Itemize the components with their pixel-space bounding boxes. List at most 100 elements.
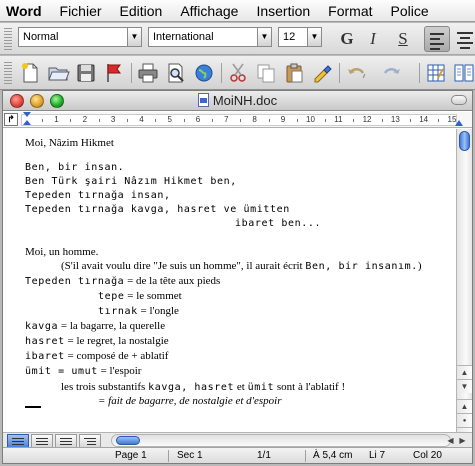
- align-left-button[interactable]: [424, 26, 450, 52]
- chevron-down-icon[interactable]: ▼: [307, 28, 321, 46]
- menu-format[interactable]: Format: [319, 3, 381, 19]
- menu-police[interactable]: Police: [382, 3, 438, 19]
- scroll-down-icon[interactable]: ▼: [457, 379, 472, 393]
- status-page: Page 1: [115, 450, 147, 461]
- document-page[interactable]: Moi, Nâzim Hikmet Ben, bir insan. Ben Tü…: [3, 129, 456, 445]
- doc-line: Moi, un homme.: [25, 246, 99, 258]
- window-titlebar[interactable]: MoiNH.doc: [3, 91, 472, 111]
- tab-selector[interactable]: ↱: [4, 113, 18, 126]
- ruler[interactable]: ↱ 1 2 3 4 5 6 7 8 9 10 11 12 13 14 15: [3, 112, 472, 128]
- toolbar-separator: [221, 63, 222, 83]
- ruler-tick: [98, 119, 100, 122]
- menu-edition[interactable]: Edition: [111, 3, 172, 19]
- ruler-tick: [42, 119, 44, 122]
- doc-line: ibaret ben...: [235, 218, 322, 229]
- ruler-number: 13: [390, 115, 400, 124]
- menu-insertion[interactable]: Insertion: [247, 3, 319, 19]
- scroll-up-icon[interactable]: ▲: [457, 365, 472, 379]
- ruler-scale[interactable]: 1 2 3 4 5 6 7 8 9 10 11 12 13 14 15: [21, 114, 457, 126]
- vertical-scroll-thumb[interactable]: [459, 131, 470, 151]
- status-position: À 5,4 cm: [313, 450, 353, 461]
- ruler-tick: [183, 119, 185, 122]
- italic-button[interactable]: I: [362, 28, 384, 50]
- vertical-scrollbar[interactable]: ▲ ▼ ▲ ● ▼: [456, 129, 472, 445]
- menu-app-word[interactable]: Word: [0, 3, 51, 19]
- ruler-tick: [296, 119, 298, 122]
- browse-object-icon[interactable]: ●: [457, 413, 472, 427]
- doc-line: ibaret = composé de + ablatif: [25, 350, 168, 363]
- doc-text: Ben, bir insanım.: [305, 261, 418, 272]
- standard-toolbar: [0, 56, 475, 90]
- doc-text: = l'espoir: [97, 365, 142, 377]
- doc-text: ): [417, 260, 422, 272]
- font-size-value: 12: [283, 31, 296, 43]
- doc-line: tırnak = l'ongle: [98, 305, 179, 318]
- doc-text: (S'il avait voulu dire "Je suis un homme…: [61, 260, 306, 272]
- format-painter-icon[interactable]: [310, 61, 334, 85]
- toolbar-grip[interactable]: [4, 62, 12, 84]
- ruler-tick: [268, 119, 270, 122]
- ruler-number: 4: [139, 115, 144, 124]
- print-preview-icon[interactable]: [164, 61, 188, 85]
- menu-fichier[interactable]: Fichier: [51, 3, 111, 19]
- doc-text: ümit = umut: [25, 366, 98, 377]
- horizontal-scroll-thumb[interactable]: [116, 436, 140, 445]
- ruler-tick: [155, 119, 157, 122]
- bold-button[interactable]: G: [336, 28, 358, 50]
- undo-icon[interactable]: [344, 61, 368, 85]
- align-center-button[interactable]: [452, 26, 475, 52]
- outline-view-icon[interactable]: [79, 434, 101, 448]
- style-select[interactable]: Normal ▼: [18, 27, 142, 47]
- new-document-icon[interactable]: [18, 61, 42, 85]
- chevron-down-icon[interactable]: ▼: [257, 28, 271, 46]
- online-layout-view-icon[interactable]: [31, 434, 53, 448]
- underline-button[interactable]: S: [392, 28, 414, 50]
- doc-text: = composé de + ablatif: [64, 350, 169, 362]
- doc-text: Tepeden tırnağa: [25, 276, 125, 287]
- table-icon[interactable]: [424, 61, 448, 85]
- ruler-number: 3: [110, 115, 116, 124]
- save-icon[interactable]: [74, 61, 98, 85]
- open-folder-icon[interactable]: [46, 61, 70, 85]
- redo-icon[interactable]: [380, 61, 404, 85]
- indent-marker[interactable]: [23, 112, 32, 128]
- ruler-tick: [410, 119, 412, 122]
- doc-line: = fait de bagarre, de nostalgie et d'esp…: [98, 395, 282, 407]
- status-page-count: 1/1: [257, 450, 271, 461]
- print-icon[interactable]: [136, 61, 160, 85]
- chevron-down-icon[interactable]: ▼: [127, 28, 141, 46]
- horizontal-scrollbar[interactable]: [111, 434, 451, 447]
- columns-icon[interactable]: [452, 61, 475, 85]
- scroll-right-icon[interactable]: ▶: [457, 434, 468, 447]
- doc-line: Tepeden tırnağa kavga, hasret ve ümitten: [25, 204, 290, 215]
- scroll-left-icon[interactable]: ◀: [445, 434, 456, 447]
- font-size-select[interactable]: 12 ▼: [278, 27, 322, 47]
- flag-icon[interactable]: [102, 61, 126, 85]
- toolbar-toggle-button[interactable]: [451, 95, 467, 105]
- doc-text: tırnak: [98, 306, 138, 317]
- font-value: International: [153, 31, 214, 43]
- doc-text: = le regret, la nostalgie: [64, 335, 169, 347]
- style-value: Normal: [23, 31, 59, 43]
- copy-icon[interactable]: [254, 61, 278, 85]
- menu-affichage[interactable]: Affichage: [171, 3, 247, 19]
- toolbar-grip[interactable]: [4, 28, 12, 50]
- paste-icon[interactable]: [282, 61, 306, 85]
- doc-text: et: [234, 381, 248, 393]
- ruler-number: 6: [195, 115, 201, 124]
- cut-icon[interactable]: [226, 61, 250, 85]
- ruler-number: 2: [82, 115, 88, 124]
- doc-line: Tepeden tırnağa = de la tête aux pieds: [25, 275, 220, 288]
- right-indent-marker[interactable]: [455, 120, 463, 126]
- formatting-toolbar: Normal ▼ International ▼ 12 ▼ G I S: [0, 23, 475, 55]
- normal-view-icon[interactable]: [7, 434, 29, 448]
- web-icon[interactable]: [192, 61, 216, 85]
- ruler-tick: [381, 119, 383, 122]
- font-select[interactable]: International ▼: [148, 27, 272, 47]
- doc-line: Ben Türk şairi Nâzım Hikmet ben,: [25, 176, 237, 187]
- doc-line: (S'il avait voulu dire "Je suis un homme…: [61, 260, 422, 273]
- previous-page-icon[interactable]: ▲: [457, 399, 472, 413]
- doc-text: ibaret: [25, 351, 65, 362]
- ruler-tick: [211, 119, 213, 122]
- page-layout-view-icon[interactable]: [55, 434, 77, 448]
